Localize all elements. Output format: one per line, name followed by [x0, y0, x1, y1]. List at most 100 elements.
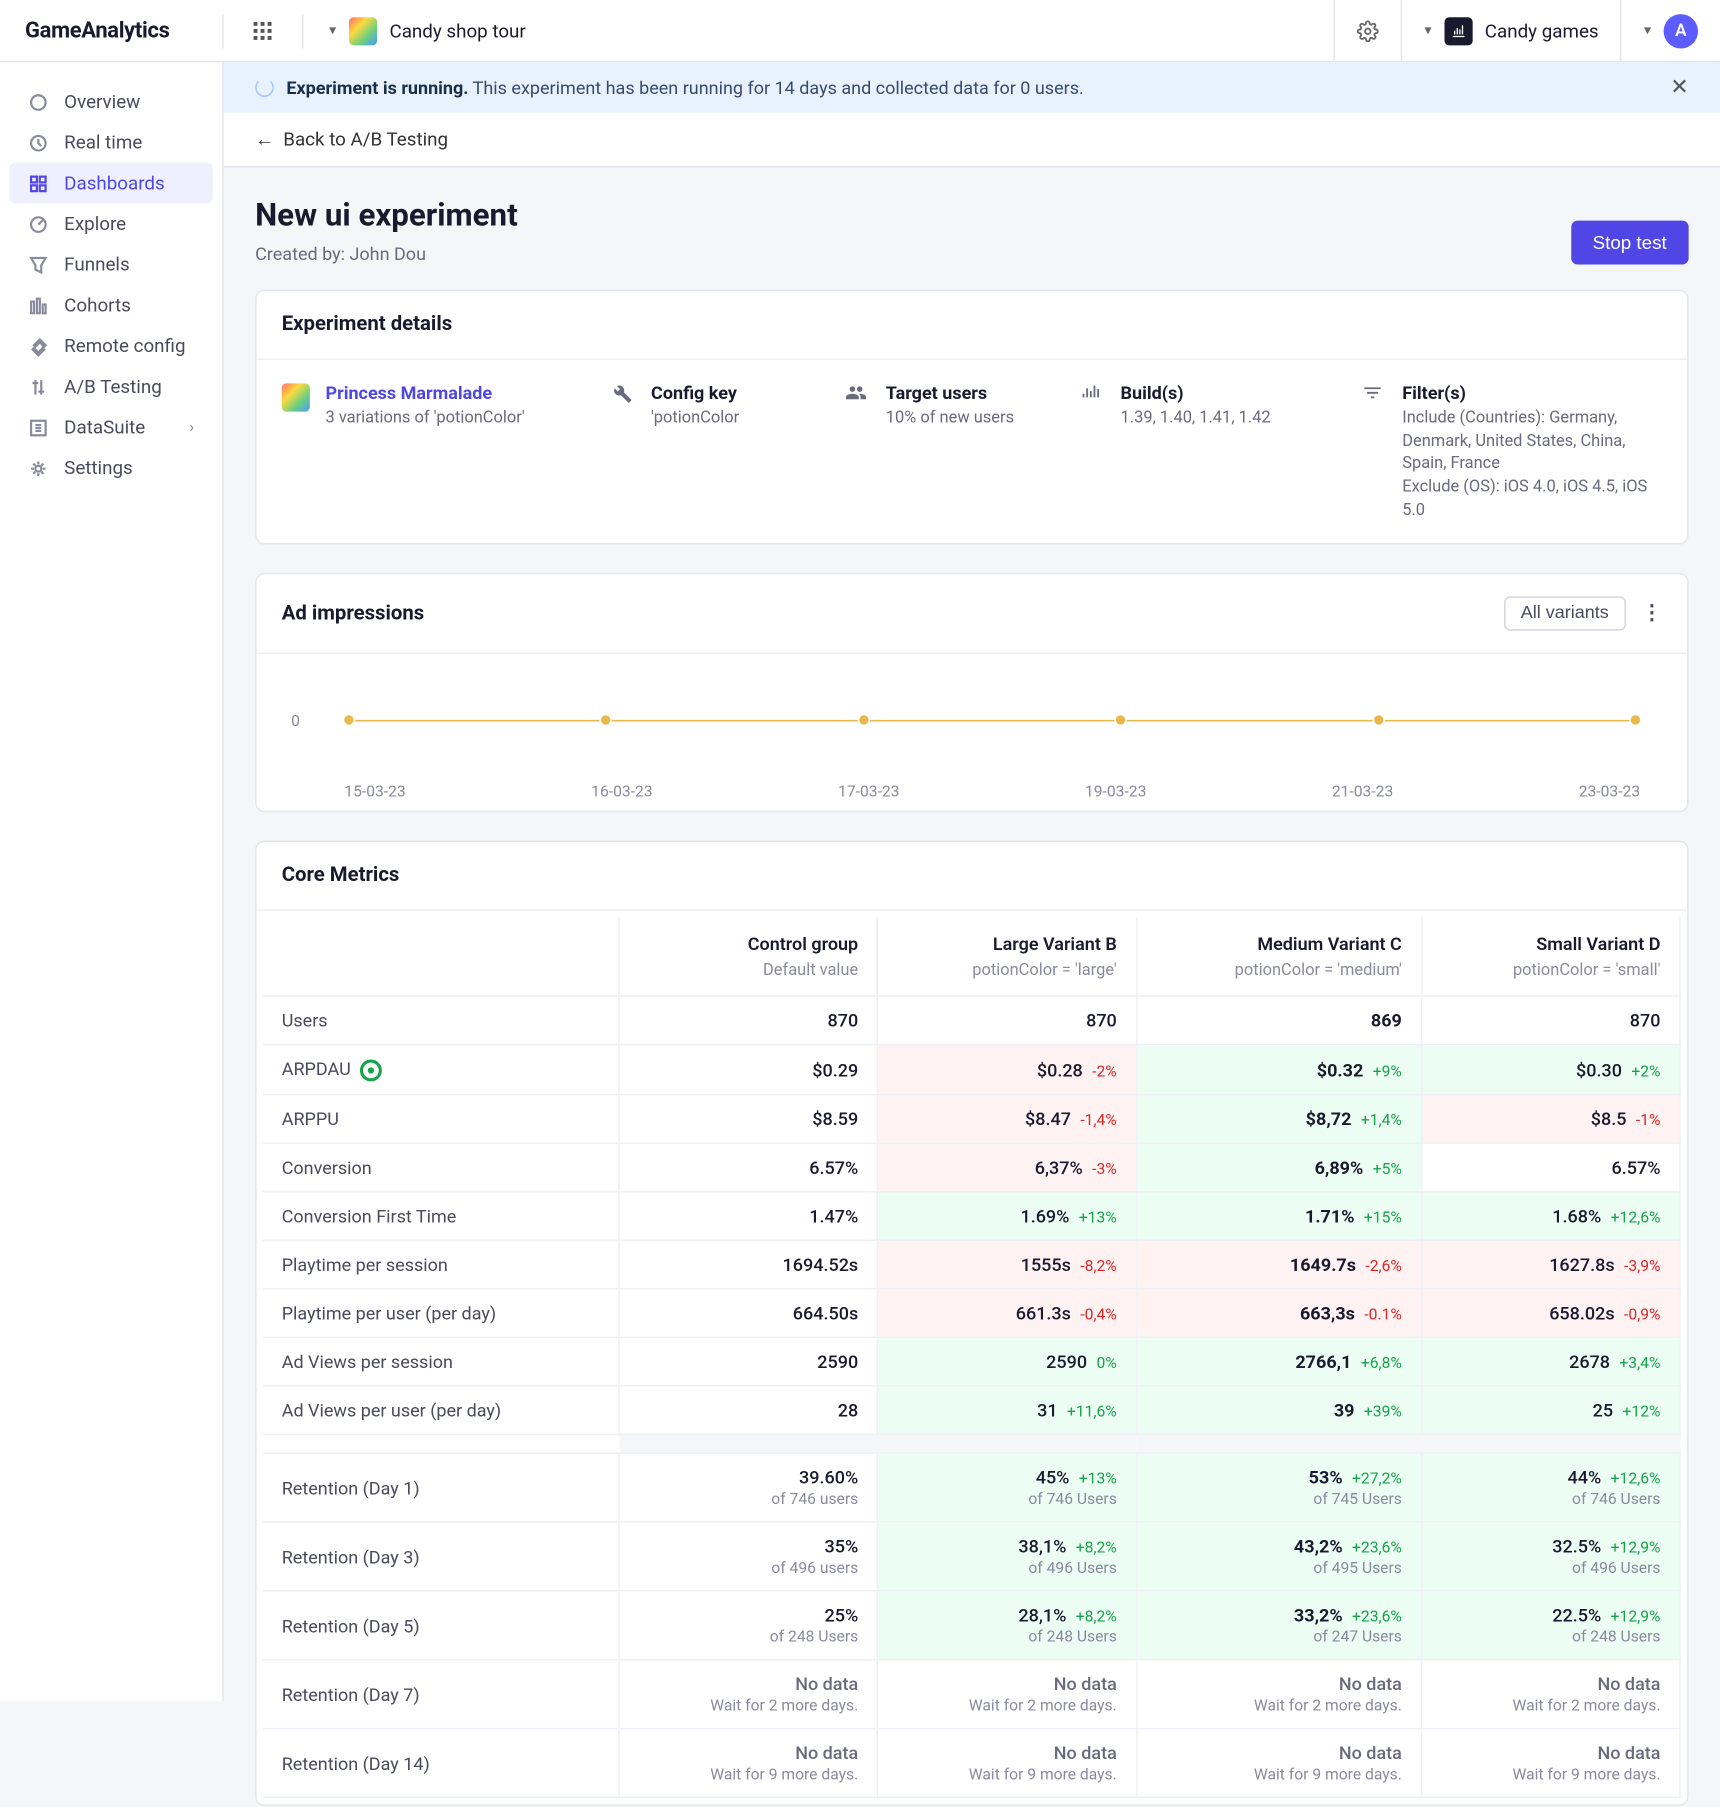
- metric-cell: 1.71%+15%: [1136, 1192, 1421, 1241]
- org-icon: [1444, 16, 1472, 44]
- page-title: New ui experiment: [255, 196, 518, 234]
- project-selector[interactable]: ▾ Candy shop tour: [329, 16, 526, 44]
- metric-cell: 44%+12,6%of 746 Users: [1421, 1454, 1680, 1523]
- row-label: Retention (Day 1): [263, 1454, 619, 1523]
- caret-down-icon: ▾: [1424, 23, 1431, 39]
- metric-cell: $0.30+2%: [1421, 1045, 1680, 1095]
- metric-cell: 28: [619, 1386, 878, 1435]
- column-header: Medium Variant CpotionColor = 'medium': [1136, 918, 1421, 997]
- ad-impressions-heading: Ad impressions: [282, 602, 425, 625]
- table-row: ARPDAU$0.29$0.28-2%$0.32+9%$0.30+2%: [263, 1045, 1680, 1095]
- settings-button[interactable]: [1334, 0, 1401, 61]
- metric-cell: 6.57%: [619, 1144, 878, 1193]
- metric-cell: 663,3s-0.1%: [1136, 1289, 1421, 1338]
- metric-cell: 35%of 496 users: [619, 1523, 878, 1592]
- metric-cell: 53%+27,2%of 745 Users: [1136, 1454, 1421, 1523]
- metric-cell: No dataWait for 9 more days.: [1136, 1729, 1421, 1798]
- metric-cell: 658.02s-0,9%: [1421, 1289, 1680, 1338]
- metric-cell: No dataWait for 2 more days.: [1421, 1660, 1680, 1729]
- experiment-details-heading: Experiment details: [257, 291, 1687, 360]
- row-label: Ad Views per session: [263, 1338, 619, 1387]
- metric-cell: 1694.52s: [619, 1241, 878, 1290]
- row-label: ARPDAU: [263, 1045, 619, 1095]
- sidebar-item-dashboards[interactable]: Dashboards: [9, 163, 212, 204]
- metric-cell: 38,1%+8,2%of 496 Users: [878, 1523, 1137, 1592]
- metric-cell: 870: [619, 997, 878, 1046]
- sidebar-item-settings[interactable]: Settings: [9, 448, 212, 489]
- core-metrics-table: Control groupDefault valueLarge Variant …: [263, 918, 1681, 1799]
- metric-cell: $8.47-1,4%: [878, 1095, 1137, 1144]
- metric-cell: 6.57%: [1421, 1144, 1680, 1193]
- ad-impressions-chart: 0 15-03-2316-03-2317-03-2319-03-2321-03-…: [257, 655, 1687, 812]
- org-selector[interactable]: ▾ Candy games: [1401, 0, 1621, 61]
- metric-cell: No dataWait for 2 more days.: [878, 1660, 1137, 1729]
- created-by: Created by: John Dou: [255, 243, 518, 265]
- sidebar-item-remote-config[interactable]: Remote config: [9, 326, 212, 367]
- org-name: Candy games: [1485, 20, 1599, 42]
- project-name: Candy shop tour: [389, 20, 525, 42]
- metric-cell: $0.29: [619, 1045, 878, 1095]
- metric-cell: 39.60%of 746 users: [619, 1454, 878, 1523]
- kebab-icon[interactable]: ⋮: [1642, 602, 1662, 625]
- avatar: A: [1664, 13, 1698, 47]
- sidebar-item-funnels[interactable]: Funnels: [9, 244, 212, 285]
- back-link[interactable]: ← Back to A/B Testing: [224, 113, 1720, 168]
- caret-down-icon: ▾: [329, 23, 336, 39]
- column-header: Large Variant BpotionColor = 'large': [878, 918, 1137, 997]
- column-header: Small Variant DpotionColor = 'small': [1421, 918, 1680, 997]
- metric-cell: No dataWait for 2 more days.: [1136, 1660, 1421, 1729]
- metric-cell: 45%+13%of 746 Users: [878, 1454, 1137, 1523]
- table-row: Playtime per user (per day)664.50s661.3s…: [263, 1289, 1680, 1338]
- sidebar-item-a-b-testing[interactable]: A/B Testing: [9, 366, 212, 407]
- sidebar-item-datasuite[interactable]: DataSuite›: [9, 407, 212, 448]
- row-label: Playtime per session: [263, 1241, 619, 1290]
- filter-icon: [1362, 382, 1387, 522]
- apps-icon[interactable]: [223, 13, 304, 47]
- metric-cell: 2590: [619, 1338, 878, 1387]
- metric-cell: 33,2%+23,6%of 247 Users: [1136, 1591, 1421, 1660]
- metric-cell: 664.50s: [619, 1289, 878, 1338]
- spinner-icon: [255, 78, 274, 97]
- sidebar-item-cohorts[interactable]: Cohorts: [9, 285, 212, 326]
- table-row: Retention (Day 7)No dataWait for 2 more …: [263, 1660, 1680, 1729]
- metric-cell: 1.47%: [619, 1192, 878, 1241]
- core-metrics-heading: Core Metrics: [257, 843, 1687, 912]
- sidebar-item-overview[interactable]: Overview: [9, 81, 212, 122]
- project-icon: [349, 16, 377, 44]
- close-icon[interactable]: ✕: [1670, 75, 1688, 100]
- table-row: Ad Views per user (per day)2831+11,6%39+…: [263, 1386, 1680, 1435]
- sidebar-item-real-time[interactable]: Real time: [9, 122, 212, 163]
- stop-test-button[interactable]: Stop test: [1571, 221, 1689, 265]
- table-row: ARPPU$8.59$8.47-1,4%$8,72+1,4%$8.5-1%: [263, 1095, 1680, 1144]
- metric-cell: 39+39%: [1136, 1386, 1421, 1435]
- user-menu[interactable]: ▾ A: [1621, 0, 1720, 61]
- metric-cell: 43,2%+23,6%of 495 Users: [1136, 1523, 1421, 1592]
- metric-cell: 6,89%+5%: [1136, 1144, 1421, 1193]
- metric-cell: $8,72+1,4%: [1136, 1095, 1421, 1144]
- variant-filter-button[interactable]: All variants: [1504, 597, 1626, 631]
- brand-logo[interactable]: GameAnalytics: [25, 18, 169, 43]
- table-row: Conversion First Time1.47%1.69%+13%1.71%…: [263, 1192, 1680, 1241]
- table-row: Playtime per session1694.52s1555s-8,2%16…: [263, 1241, 1680, 1290]
- row-label: Conversion: [263, 1144, 619, 1193]
- wrench-icon: [610, 382, 635, 522]
- row-label: Users: [263, 997, 619, 1046]
- metric-cell: No dataWait for 2 more days.: [619, 1660, 878, 1729]
- metric-cell: 31+11,6%: [878, 1386, 1137, 1435]
- users-icon: [845, 382, 870, 522]
- row-label: Retention (Day 3): [263, 1523, 619, 1592]
- metric-cell: 1649.7s-2,6%: [1136, 1241, 1421, 1290]
- caret-down-icon: ▾: [1644, 23, 1651, 39]
- row-label: Conversion First Time: [263, 1192, 619, 1241]
- arrow-left-icon: ←: [255, 128, 274, 150]
- row-label: Playtime per user (per day): [263, 1289, 619, 1338]
- table-row: Ad Views per session259025900%2766,1+6,8…: [263, 1338, 1680, 1387]
- row-label: Retention (Day 5): [263, 1591, 619, 1660]
- sidebar-item-explore[interactable]: Explore: [9, 203, 212, 244]
- metric-cell: No dataWait for 9 more days.: [878, 1729, 1137, 1798]
- row-label: Ad Views per user (per day): [263, 1386, 619, 1435]
- metric-cell: 2766,1+6,8%: [1136, 1338, 1421, 1387]
- metric-cell: $0.28-2%: [878, 1045, 1137, 1095]
- table-row: Conversion6.57%6,37%-3%6,89%+5%6.57%: [263, 1144, 1680, 1193]
- builds-icon: [1080, 382, 1105, 522]
